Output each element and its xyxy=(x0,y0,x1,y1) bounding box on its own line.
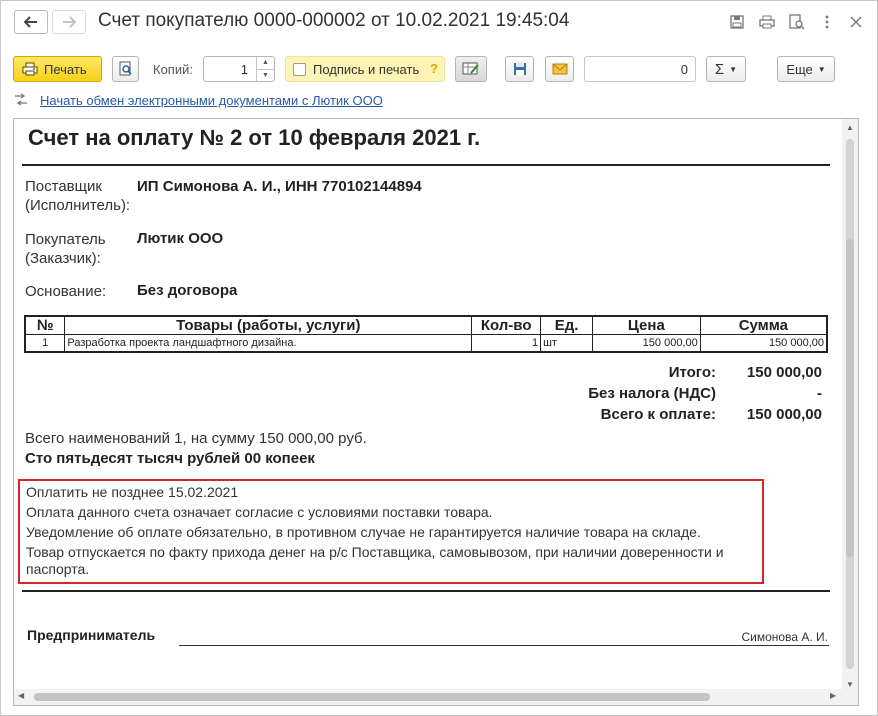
toolbar: Печать Копий: 1 ▲ ▼ Подпись и печать ? 0… xyxy=(1,53,877,85)
amount-due-label: Всего к оплате: xyxy=(600,406,716,423)
title-bar: Счет покупателю 0000-000002 от 10.02.202… xyxy=(1,1,877,43)
row-qty: 1 xyxy=(471,334,542,353)
vertical-scroll-thumb[interactable] xyxy=(846,239,854,557)
row-name: Разработка проекта ландшафтного дизайна. xyxy=(64,334,473,353)
print-preview-icon xyxy=(119,61,132,76)
more-vertical-icon[interactable] xyxy=(818,13,836,31)
close-icon[interactable] xyxy=(847,13,865,31)
row-sum: 150 000,00 xyxy=(699,334,828,353)
vat-label: Без налога (НДС) xyxy=(588,385,716,402)
scrollbar-corner xyxy=(842,689,858,705)
terms-line: Уведомление об оплате обязательно, в про… xyxy=(26,524,701,540)
spin-up-icon[interactable]: ▲ xyxy=(257,57,274,69)
horizontal-scrollbar[interactable]: ◀ ▶ xyxy=(14,689,844,705)
sum-value: 0 xyxy=(680,62,688,77)
edit-table-icon xyxy=(462,62,479,75)
supplier-value: ИП Симонова А. И., ИНН 770102144894 xyxy=(137,178,422,195)
signature-label: Предприниматель xyxy=(27,627,156,643)
signature-divider xyxy=(22,590,830,592)
terms-line: Оплата данного счета означает согласие с… xyxy=(26,504,493,520)
sign-and-stamp-label: Подпись и печать xyxy=(313,62,420,77)
copies-label: Копий: xyxy=(153,62,193,77)
print-button-label: Печать xyxy=(44,61,87,77)
search-document-icon[interactable] xyxy=(788,13,806,31)
edi-exchange-icon xyxy=(15,93,27,106)
payment-terms-box: Оплатить не позднее 15.02.2021 Оплата да… xyxy=(18,479,764,584)
send-email-button[interactable] xyxy=(545,56,574,82)
row-unit: шт xyxy=(540,334,593,353)
arrow-left-icon xyxy=(24,16,37,28)
amount-in-words: Сто пятьдесят тысяч рублей 00 копеек xyxy=(25,450,315,467)
edit-document-button[interactable] xyxy=(455,56,487,82)
vertical-scrollbar[interactable]: ▲ ▼ xyxy=(842,119,858,691)
back-button[interactable] xyxy=(14,10,48,34)
printer-icon[interactable] xyxy=(758,13,776,31)
preview-button[interactable] xyxy=(112,56,139,82)
horizontal-scroll-thumb[interactable] xyxy=(34,693,710,701)
col-header-price: Цена xyxy=(591,315,701,335)
invoice-document: Счет на оплату № 2 от 10 февраля 2021 г.… xyxy=(14,119,844,689)
window-title: Счет покупателю 0000-000002 от 10.02.202… xyxy=(98,10,570,31)
basis-value: Без договора xyxy=(137,282,238,299)
col-header-unit: Ед. xyxy=(540,315,593,335)
buyer-value: Лютик ООО xyxy=(137,230,224,247)
row-num: 1 xyxy=(24,334,66,353)
col-header-sum: Сумма xyxy=(699,315,828,335)
spin-down-icon[interactable]: ▼ xyxy=(257,69,274,81)
sign-and-stamp-checkbox[interactable] xyxy=(293,63,306,76)
sum-field[interactable]: 0 xyxy=(584,56,696,82)
col-header-qty: Кол-во xyxy=(471,315,542,335)
basis-label: Основание: xyxy=(25,283,107,300)
document-window: Счет покупателю 0000-000002 от 10.02.202… xyxy=(0,0,878,716)
sigma-icon: Σ xyxy=(714,60,725,78)
signature-line xyxy=(179,645,829,646)
col-header-num: № xyxy=(24,315,66,335)
printer-icon xyxy=(22,62,38,76)
total-label: Итого: xyxy=(668,364,716,381)
supplier-label-line1: Поставщик xyxy=(25,178,102,195)
buyer-label-line2: (Заказчик): xyxy=(25,250,101,267)
total-value: 150 000,00 xyxy=(746,364,822,381)
items-table-header: № Товары (работы, услуги) Кол-во Ед. Цен… xyxy=(24,315,828,335)
scroll-left-icon[interactable]: ◀ xyxy=(18,691,24,700)
copies-stepper[interactable]: 1 ▲ ▼ xyxy=(203,56,275,82)
terms-line: Товар отпускается по факту прихода денег… xyxy=(26,544,724,577)
more-actions-button[interactable]: Еще ▼ xyxy=(777,56,835,82)
vat-value: - xyxy=(817,385,822,402)
invoice-title: Счет на оплату № 2 от 10 февраля 2021 г. xyxy=(28,125,481,150)
supplier-label: Поставщик (Исполнитель): xyxy=(25,177,130,215)
summary-line: Всего наименований 1, на сумму 150 000,0… xyxy=(25,430,367,447)
table-row: 1 Разработка проекта ландшафтного дизайн… xyxy=(24,334,828,353)
arrow-right-icon xyxy=(63,16,76,28)
start-edi-exchange-link[interactable]: Начать обмен электронными документами с … xyxy=(40,93,383,108)
items-table: № Товары (работы, услуги) Кол-во Ед. Цен… xyxy=(24,315,828,353)
sign-and-stamp-toggle[interactable]: Подпись и печать ? xyxy=(285,56,445,82)
amount-due-value: 150 000,00 xyxy=(746,406,822,423)
more-actions-label: Еще xyxy=(786,61,813,77)
sum-mode-dropdown[interactable]: Σ ▼ xyxy=(706,56,746,82)
copies-value[interactable]: 1 xyxy=(241,62,248,77)
buyer-label: Покупатель (Заказчик): xyxy=(25,230,106,268)
floppy-disk-icon xyxy=(513,63,526,75)
print-button[interactable]: Печать xyxy=(13,56,102,82)
copies-spin[interactable]: ▲ ▼ xyxy=(256,57,274,81)
envelope-icon xyxy=(552,63,567,75)
terms-line: Оплатить не позднее 15.02.2021 xyxy=(26,484,239,500)
scroll-down-icon[interactable]: ▼ xyxy=(846,680,854,689)
save-button[interactable] xyxy=(505,56,534,82)
chevron-down-icon: ▼ xyxy=(817,64,826,74)
title-divider xyxy=(22,164,830,166)
scroll-right-icon[interactable]: ▶ xyxy=(830,691,836,700)
help-icon[interactable]: ? xyxy=(430,61,438,76)
forward-button[interactable] xyxy=(52,10,86,34)
buyer-label-line1: Покупатель xyxy=(25,231,106,248)
supplier-label-line2: (Исполнитель): xyxy=(25,197,131,214)
row-price: 150 000,00 xyxy=(591,334,701,353)
signature-name: Симонова А. И. xyxy=(741,630,828,644)
scroll-up-icon[interactable]: ▲ xyxy=(846,123,854,132)
chevron-down-icon: ▼ xyxy=(729,64,738,74)
col-header-goods: Товары (работы, услуги) xyxy=(64,315,473,335)
save-icon[interactable] xyxy=(728,13,746,31)
print-preview-area[interactable]: Счет на оплату № 2 от 10 февраля 2021 г.… xyxy=(13,118,859,706)
